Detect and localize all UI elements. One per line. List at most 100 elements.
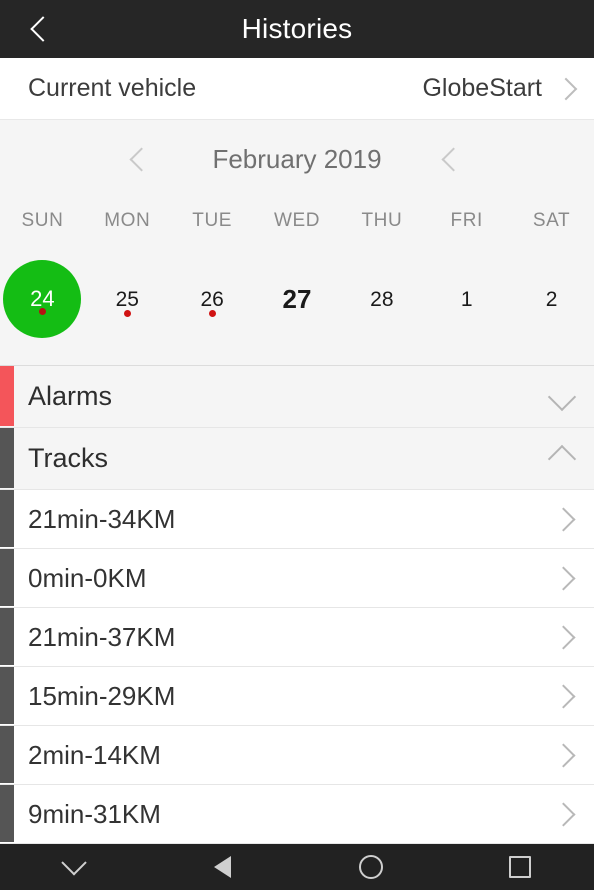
chevron-right-icon — [554, 77, 578, 100]
row-trailing — [551, 801, 576, 827]
app-screen: Histories Current vehicle GlobeStart Feb… — [0, 0, 594, 890]
weekday-label: SUN — [21, 210, 64, 231]
row-accent-bar — [0, 428, 14, 488]
chevron-up-icon — [547, 444, 577, 473]
track-label: 21min-34KM — [28, 503, 176, 534]
calendar-event-dot — [38, 308, 46, 315]
row-trailing — [551, 742, 576, 768]
row-trailing — [551, 624, 576, 650]
weekday-label: TUE — [192, 210, 233, 231]
current-vehicle-value: GlobeStart — [422, 74, 542, 102]
calendar-day-cell[interactable]: 2 — [509, 244, 594, 354]
calendar-day-number: 25 — [115, 287, 139, 311]
track-label: 15min-29KM — [28, 680, 176, 711]
weekday-label: MON — [104, 210, 151, 231]
row-accent-bar — [0, 785, 14, 842]
recents-square-icon — [508, 856, 531, 878]
prev-month-button[interactable] — [121, 139, 161, 179]
page-title: Histories — [241, 13, 353, 44]
track-row[interactable]: 2min-14KM — [0, 726, 594, 785]
track-row[interactable]: 21min-34KM — [0, 490, 594, 549]
keyboard-hide-button[interactable] — [0, 844, 149, 890]
calendar-day-number: 2 — [545, 287, 558, 311]
chevron-right-icon — [440, 146, 466, 172]
chevron-down-icon — [547, 382, 577, 411]
chevron-right-icon — [551, 683, 576, 709]
chevron-right-icon — [551, 565, 576, 591]
calendar-day-inner: 25 — [88, 260, 166, 338]
calendar-day-inner: 2 — [513, 260, 591, 338]
row-trailing — [547, 382, 577, 411]
track-row[interactable]: 9min-31KM — [0, 785, 594, 844]
calendar-day-cell[interactable]: 27 — [255, 244, 340, 354]
row-accent-bar — [0, 726, 14, 783]
calendar-day-number: 27 — [282, 284, 312, 314]
calendar-day-inner: 1 — [428, 260, 506, 338]
keyboard-hide-icon — [61, 850, 87, 876]
track-label: 2min-14KM — [28, 739, 161, 770]
android-navigation-bar — [0, 844, 594, 890]
calendar-day-inner: 28 — [343, 260, 421, 338]
weekday-label: WED — [273, 210, 321, 231]
track-label: 21min-37KM — [28, 621, 176, 652]
chevron-right-icon — [551, 624, 576, 650]
calendar-day-selected-circle: 24 — [3, 260, 82, 338]
current-vehicle-value-group: GlobeStart — [422, 74, 578, 103]
track-row[interactable]: 21min-37KM — [0, 608, 594, 667]
calendar-day-number: 28 — [370, 287, 394, 311]
chevron-right-icon — [551, 801, 576, 827]
row-trailing — [551, 565, 576, 591]
android-back-button[interactable] — [149, 844, 298, 890]
track-row[interactable]: 0min-0KM — [0, 549, 594, 608]
section-label: Tracks — [28, 443, 108, 473]
calendar-day-inner: 26 — [173, 260, 251, 338]
calendar-day-number: 1 — [460, 287, 473, 311]
calendar-event-dot — [208, 310, 216, 317]
calendar-day-number: 26 — [200, 287, 224, 311]
calendar-day-cell[interactable]: 26 — [170, 244, 255, 354]
weekday-label: THU — [361, 210, 403, 231]
section-header-tracks[interactable]: Tracks — [0, 428, 594, 490]
calendar-day-cell[interactable]: 1 — [424, 244, 509, 354]
chevron-left-icon — [128, 146, 154, 172]
calendar-day-cell[interactable]: 24 — [0, 244, 85, 354]
calendar-month-label: February 2019 — [212, 143, 382, 174]
track-row[interactable]: 15min-29KM — [0, 667, 594, 726]
back-button[interactable] — [14, 0, 72, 58]
current-vehicle-label: Current vehicle — [28, 74, 197, 102]
row-accent-bar — [0, 490, 14, 547]
weekday-label: SAT — [532, 210, 571, 231]
row-trailing — [551, 683, 576, 709]
android-home-button[interactable] — [297, 844, 446, 890]
calendar: February 2019 SUN MON TUE WED THU FRI SA… — [0, 120, 594, 366]
row-trailing — [547, 444, 577, 473]
track-label: 0min-0KM — [28, 562, 147, 593]
row-trailing — [551, 506, 576, 532]
row-accent-bar — [0, 549, 14, 606]
app-bar: Histories — [0, 0, 594, 58]
calendar-month-nav: February 2019 — [0, 120, 594, 198]
calendar-day-inner: 27 — [258, 260, 336, 338]
section-header-alarms[interactable]: Alarms — [0, 366, 594, 428]
history-list: Alarms Tracks 21min-34KM 0min-0KM 21min-37KM… — [0, 366, 594, 844]
row-accent-bar — [0, 608, 14, 665]
calendar-day-cell[interactable]: 25 — [85, 244, 170, 354]
calendar-weekday-header: SUN MON TUE WED THU FRI SAT — [0, 198, 594, 244]
chevron-right-icon — [551, 742, 576, 768]
calendar-days-row: 24 25 26 27 28 1 2 — [0, 244, 594, 354]
weekday-label: FRI — [450, 210, 483, 231]
track-label: 9min-31KM — [28, 798, 161, 829]
android-recents-button[interactable] — [446, 844, 594, 890]
current-vehicle-row[interactable]: Current vehicle GlobeStart — [0, 58, 594, 120]
calendar-day-number: 24 — [30, 286, 55, 311]
home-circle-icon — [359, 855, 384, 879]
section-label: Alarms — [28, 381, 113, 411]
calendar-day-cell[interactable]: 28 — [339, 244, 424, 354]
calendar-event-dot — [123, 310, 131, 317]
row-accent-bar — [0, 366, 14, 426]
row-accent-bar — [0, 667, 14, 724]
back-triangle-icon — [214, 856, 232, 878]
next-month-button[interactable] — [433, 139, 473, 179]
chevron-right-icon — [551, 506, 576, 532]
chevron-left-icon — [30, 16, 56, 42]
